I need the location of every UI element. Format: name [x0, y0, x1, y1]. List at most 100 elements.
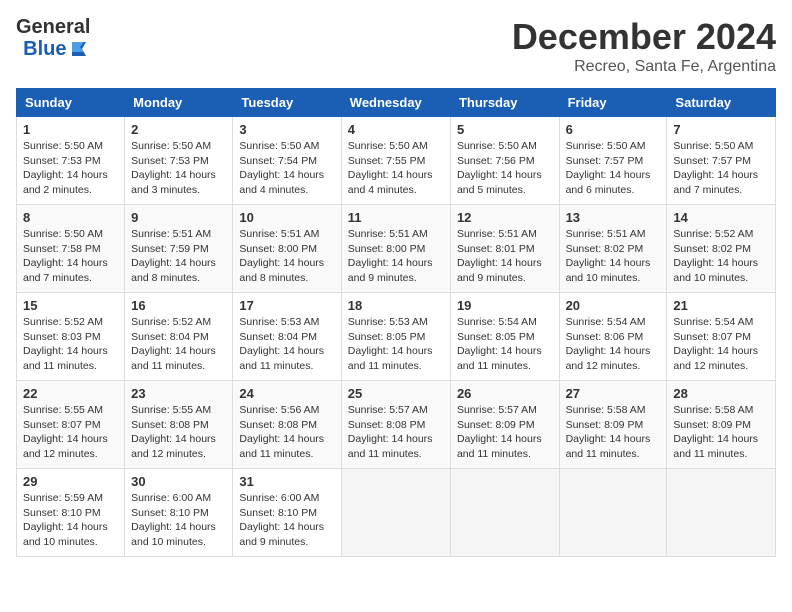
- day-info: Sunrise: 6:00 AM Sunset: 8:10 PM Dayligh…: [131, 491, 226, 550]
- calendar-cell: 30 Sunrise: 6:00 AM Sunset: 8:10 PM Dayl…: [125, 469, 233, 557]
- day-number: 4: [348, 122, 444, 137]
- calendar-cell: 29 Sunrise: 5:59 AM Sunset: 8:10 PM Dayl…: [17, 469, 125, 557]
- day-info: Sunrise: 5:59 AM Sunset: 8:10 PM Dayligh…: [23, 491, 118, 550]
- calendar-cell: 20 Sunrise: 5:54 AM Sunset: 8:06 PM Dayl…: [559, 293, 667, 381]
- day-number: 29: [23, 474, 118, 489]
- day-number: 20: [566, 298, 661, 313]
- calendar-cell: [667, 469, 776, 557]
- day-number: 7: [673, 122, 769, 137]
- calendar-table: SundayMondayTuesdayWednesdayThursdayFrid…: [16, 88, 776, 557]
- calendar-cell: 11 Sunrise: 5:51 AM Sunset: 8:00 PM Dayl…: [341, 205, 450, 293]
- day-info: Sunrise: 5:52 AM Sunset: 8:04 PM Dayligh…: [131, 315, 226, 374]
- calendar-cell: 13 Sunrise: 5:51 AM Sunset: 8:02 PM Dayl…: [559, 205, 667, 293]
- calendar-cell: 23 Sunrise: 5:55 AM Sunset: 8:08 PM Dayl…: [125, 381, 233, 469]
- calendar-cell: 8 Sunrise: 5:50 AM Sunset: 7:58 PM Dayli…: [17, 205, 125, 293]
- location-subtitle: Recreo, Santa Fe, Argentina: [512, 58, 776, 76]
- day-info: Sunrise: 5:51 AM Sunset: 7:59 PM Dayligh…: [131, 227, 226, 286]
- month-title: December 2024: [512, 16, 776, 58]
- calendar-cell: 2 Sunrise: 5:50 AM Sunset: 7:53 PM Dayli…: [125, 117, 233, 205]
- day-number: 22: [23, 386, 118, 401]
- day-info: Sunrise: 5:54 AM Sunset: 8:06 PM Dayligh…: [566, 315, 661, 374]
- col-header-monday: Monday: [125, 89, 233, 117]
- calendar-cell: 24 Sunrise: 5:56 AM Sunset: 8:08 PM Dayl…: [233, 381, 341, 469]
- day-info: Sunrise: 5:57 AM Sunset: 8:08 PM Dayligh…: [348, 403, 444, 462]
- day-number: 23: [131, 386, 226, 401]
- calendar-cell: 22 Sunrise: 5:55 AM Sunset: 8:07 PM Dayl…: [17, 381, 125, 469]
- day-info: Sunrise: 5:58 AM Sunset: 8:09 PM Dayligh…: [673, 403, 769, 462]
- day-info: Sunrise: 5:53 AM Sunset: 8:05 PM Dayligh…: [348, 315, 444, 374]
- col-header-sunday: Sunday: [17, 89, 125, 117]
- day-info: Sunrise: 5:58 AM Sunset: 8:09 PM Dayligh…: [566, 403, 661, 462]
- day-info: Sunrise: 5:50 AM Sunset: 7:54 PM Dayligh…: [239, 139, 334, 198]
- day-info: Sunrise: 5:50 AM Sunset: 7:58 PM Dayligh…: [23, 227, 118, 286]
- day-info: Sunrise: 5:50 AM Sunset: 7:57 PM Dayligh…: [566, 139, 661, 198]
- day-info: Sunrise: 5:55 AM Sunset: 8:07 PM Dayligh…: [23, 403, 118, 462]
- calendar-cell: 26 Sunrise: 5:57 AM Sunset: 8:09 PM Dayl…: [450, 381, 559, 469]
- day-number: 16: [131, 298, 226, 313]
- day-info: Sunrise: 5:53 AM Sunset: 8:04 PM Dayligh…: [239, 315, 334, 374]
- calendar-cell: 21 Sunrise: 5:54 AM Sunset: 8:07 PM Dayl…: [667, 293, 776, 381]
- calendar-week-row: 8 Sunrise: 5:50 AM Sunset: 7:58 PM Dayli…: [17, 205, 776, 293]
- day-info: Sunrise: 5:57 AM Sunset: 8:09 PM Dayligh…: [457, 403, 553, 462]
- day-info: Sunrise: 5:51 AM Sunset: 8:00 PM Dayligh…: [239, 227, 334, 286]
- col-header-saturday: Saturday: [667, 89, 776, 117]
- day-number: 15: [23, 298, 118, 313]
- day-number: 12: [457, 210, 553, 225]
- calendar-cell: 16 Sunrise: 5:52 AM Sunset: 8:04 PM Dayl…: [125, 293, 233, 381]
- day-info: Sunrise: 5:50 AM Sunset: 7:56 PM Dayligh…: [457, 139, 553, 198]
- day-number: 28: [673, 386, 769, 401]
- day-number: 8: [23, 210, 118, 225]
- calendar-cell: 31 Sunrise: 6:00 AM Sunset: 8:10 PM Dayl…: [233, 469, 341, 557]
- day-info: Sunrise: 6:00 AM Sunset: 8:10 PM Dayligh…: [239, 491, 334, 550]
- day-number: 6: [566, 122, 661, 137]
- day-number: 2: [131, 122, 226, 137]
- calendar-cell: 9 Sunrise: 5:51 AM Sunset: 7:59 PM Dayli…: [125, 205, 233, 293]
- calendar-cell: [559, 469, 667, 557]
- title-section: December 2024 Recreo, Santa Fe, Argentin…: [512, 16, 776, 76]
- logo-blue-text: Blue: [23, 38, 66, 60]
- calendar-week-row: 15 Sunrise: 5:52 AM Sunset: 8:03 PM Dayl…: [17, 293, 776, 381]
- col-header-wednesday: Wednesday: [341, 89, 450, 117]
- day-number: 14: [673, 210, 769, 225]
- day-info: Sunrise: 5:50 AM Sunset: 7:53 PM Dayligh…: [23, 139, 118, 198]
- day-number: 21: [673, 298, 769, 313]
- day-info: Sunrise: 5:50 AM Sunset: 7:53 PM Dayligh…: [131, 139, 226, 198]
- day-info: Sunrise: 5:54 AM Sunset: 8:07 PM Dayligh…: [673, 315, 769, 374]
- calendar-week-row: 29 Sunrise: 5:59 AM Sunset: 8:10 PM Dayl…: [17, 469, 776, 557]
- calendar-cell: 4 Sunrise: 5:50 AM Sunset: 7:55 PM Dayli…: [341, 117, 450, 205]
- calendar-cell: 17 Sunrise: 5:53 AM Sunset: 8:04 PM Dayl…: [233, 293, 341, 381]
- calendar-header-row: SundayMondayTuesdayWednesdayThursdayFrid…: [17, 89, 776, 117]
- calendar-cell: 12 Sunrise: 5:51 AM Sunset: 8:01 PM Dayl…: [450, 205, 559, 293]
- col-header-thursday: Thursday: [450, 89, 559, 117]
- calendar-cell: 15 Sunrise: 5:52 AM Sunset: 8:03 PM Dayl…: [17, 293, 125, 381]
- day-number: 26: [457, 386, 553, 401]
- day-number: 24: [239, 386, 334, 401]
- calendar-cell: 19 Sunrise: 5:54 AM Sunset: 8:05 PM Dayl…: [450, 293, 559, 381]
- calendar-cell: [341, 469, 450, 557]
- day-info: Sunrise: 5:52 AM Sunset: 8:02 PM Dayligh…: [673, 227, 769, 286]
- day-number: 9: [131, 210, 226, 225]
- calendar-cell: 18 Sunrise: 5:53 AM Sunset: 8:05 PM Dayl…: [341, 293, 450, 381]
- calendar-cell: 14 Sunrise: 5:52 AM Sunset: 8:02 PM Dayl…: [667, 205, 776, 293]
- day-number: 19: [457, 298, 553, 313]
- day-number: 31: [239, 474, 334, 489]
- calendar-cell: 3 Sunrise: 5:50 AM Sunset: 7:54 PM Dayli…: [233, 117, 341, 205]
- day-info: Sunrise: 5:52 AM Sunset: 8:03 PM Dayligh…: [23, 315, 118, 374]
- day-number: 25: [348, 386, 444, 401]
- calendar-cell: 10 Sunrise: 5:51 AM Sunset: 8:00 PM Dayl…: [233, 205, 341, 293]
- day-info: Sunrise: 5:50 AM Sunset: 7:55 PM Dayligh…: [348, 139, 444, 198]
- day-info: Sunrise: 5:51 AM Sunset: 8:00 PM Dayligh…: [348, 227, 444, 286]
- calendar-cell: 5 Sunrise: 5:50 AM Sunset: 7:56 PM Dayli…: [450, 117, 559, 205]
- logo-general-text: General: [16, 16, 90, 38]
- calendar-cell: 28 Sunrise: 5:58 AM Sunset: 8:09 PM Dayl…: [667, 381, 776, 469]
- calendar-cell: 7 Sunrise: 5:50 AM Sunset: 7:57 PM Dayli…: [667, 117, 776, 205]
- day-number: 27: [566, 386, 661, 401]
- day-info: Sunrise: 5:51 AM Sunset: 8:02 PM Dayligh…: [566, 227, 661, 286]
- day-number: 13: [566, 210, 661, 225]
- day-number: 3: [239, 122, 334, 137]
- day-info: Sunrise: 5:50 AM Sunset: 7:57 PM Dayligh…: [673, 139, 769, 198]
- day-number: 11: [348, 210, 444, 225]
- day-number: 17: [239, 298, 334, 313]
- day-info: Sunrise: 5:55 AM Sunset: 8:08 PM Dayligh…: [131, 403, 226, 462]
- page-header: General Blue December 2024 Recreo, Santa…: [16, 16, 776, 76]
